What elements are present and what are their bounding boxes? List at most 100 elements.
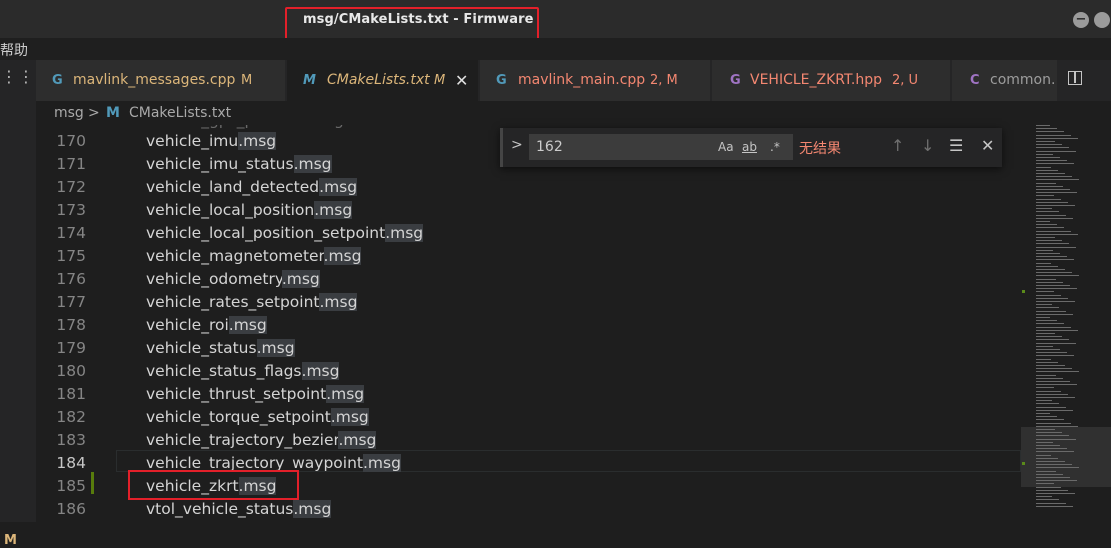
chevron-right-icon: > <box>88 105 100 121</box>
hpp-file-icon: G <box>730 73 741 88</box>
code-line[interactable]: vehicle_thrust_setpoint.msg <box>146 385 365 403</box>
close-icon[interactable]: ✕ <box>981 136 994 155</box>
tab-mavlink-main[interactable]: G mavlink_main.cpp 2, M <box>480 60 711 101</box>
toggle-replace-icon[interactable]: > <box>511 137 523 153</box>
more-icon[interactable]: ⋮⋮ <box>0 60 36 101</box>
menu-help[interactable]: 帮助 <box>0 40 28 60</box>
menu-bar: 帮助 <box>0 38 1111 60</box>
minimap-line <box>1036 390 1061 392</box>
activity-strip: M <box>0 101 36 548</box>
minimap-line <box>1036 368 1072 370</box>
minimap-line <box>1036 406 1066 408</box>
maximize-icon[interactable] <box>1094 12 1110 28</box>
line-number: 176 <box>56 270 86 288</box>
minimap-line <box>1036 288 1077 290</box>
minimap-line <box>1036 342 1076 344</box>
minimap-line <box>1036 144 1062 146</box>
breadcrumb-folder[interactable]: msg <box>54 105 84 121</box>
code-line[interactable]: vehicle_torque_setpoint.msg <box>146 408 369 426</box>
minimap-line <box>1036 201 1068 203</box>
breadcrumb-file[interactable]: CMakeLists.txt <box>129 105 231 121</box>
minimap-line <box>1036 435 1069 437</box>
code-line[interactable]: vehicle_roi.msg <box>146 316 267 334</box>
code-line[interactable]: vehicle_odometry.msg <box>146 270 320 288</box>
code-line[interactable]: vehicle_status.msg <box>146 339 295 357</box>
tab-vehicle-zkrt[interactable]: G VEHICLE_ZKRT.hpp 2, U <box>712 60 951 101</box>
line-number: 175 <box>56 247 86 265</box>
code-line[interactable]: vehicle_land_detected.msg <box>146 178 358 196</box>
split-editor-icon[interactable] <box>1068 71 1082 85</box>
tab-cmakelists[interactable]: M CMakeLists.txt M ✕ <box>287 60 479 101</box>
code-line[interactable]: vehicle_local_position_setpoint.msg <box>146 224 424 242</box>
code-line-extension: .msg <box>338 431 377 449</box>
code-line[interactable]: vehicle_magnetometer.msg <box>146 247 362 265</box>
code-line-extension: .msg <box>293 500 332 518</box>
minimap-line <box>1036 307 1059 309</box>
minimap-line <box>1036 403 1059 405</box>
minimap-line <box>1036 185 1063 187</box>
minimap-line <box>1036 441 1053 443</box>
minimap-line <box>1036 339 1069 341</box>
find-widget: > 162 Aa ab .* 无结果 ↑ ↓ ☰ ✕ <box>500 128 1002 167</box>
tab-label: VEHICLE_ZKRT.hpp <box>750 72 882 88</box>
minimap-line <box>1036 240 1062 242</box>
minimap-line <box>1036 294 1061 296</box>
regex-icon[interactable]: .* <box>770 140 780 154</box>
code-line[interactable]: vehicle_rates_setpoint.msg <box>146 293 358 311</box>
code-line[interactable]: vehicle_imu.msg <box>146 132 277 150</box>
minimap-line <box>1036 365 1065 366</box>
minimap-line <box>1036 310 1066 312</box>
minimap-line <box>1036 486 1061 488</box>
line-number: 184 <box>56 454 86 472</box>
minimap-line <box>1036 480 1077 482</box>
minimap-line <box>1036 297 1068 299</box>
find-in-selection-icon[interactable]: ☰ <box>949 136 963 155</box>
find-input[interactable]: 162 Aa ab .* <box>529 134 793 160</box>
minimap-line <box>1036 205 1075 206</box>
code-line-base: vehicle_local_position_setpoint <box>146 224 386 242</box>
arrow-down-icon[interactable]: ↓ <box>921 136 934 155</box>
minimap-line <box>1036 317 1050 318</box>
minimap-line <box>1036 233 1078 235</box>
whole-word-icon[interactable]: ab <box>742 140 757 154</box>
line-number: 180 <box>56 362 86 380</box>
code-line-base: vehicle_status <box>146 339 257 357</box>
minimap-line <box>1036 259 1074 261</box>
modified-line-marker <box>91 472 94 494</box>
arrow-up-icon[interactable]: ↑ <box>891 136 904 155</box>
line-number: 183 <box>56 431 86 449</box>
tab-common[interactable]: C common. <box>952 60 1058 101</box>
minimap-line <box>1036 176 1072 178</box>
code-line-base: vtol_vehicle_status <box>146 500 294 518</box>
code-line[interactable]: vehicle_local_position.msg <box>146 201 353 219</box>
match-case-icon[interactable]: Aa <box>718 140 734 154</box>
minimap-line <box>1036 179 1079 181</box>
minimap-line <box>1036 384 1077 386</box>
minimap-line <box>1036 272 1072 274</box>
minimap-line <box>1036 400 1052 402</box>
minimap-line <box>1036 256 1067 258</box>
code-line-base: vehicle_imu <box>146 132 239 150</box>
code-line[interactable]: vtol_vehicle_status.msg <box>146 500 332 518</box>
line-number: 172 <box>56 178 86 196</box>
minimap-line <box>1036 243 1069 245</box>
minimap-line <box>1036 157 1060 158</box>
line-number: 181 <box>56 385 86 403</box>
code-line[interactable]: vehicle_status_flags.msg <box>146 362 340 380</box>
minimap-line <box>1036 349 1060 350</box>
close-icon[interactable]: ✕ <box>455 60 468 101</box>
line-number: 170 <box>56 132 86 150</box>
code-line[interactable]: vehicle_trajectory_bezier.msg <box>146 431 377 449</box>
minimap[interactable] <box>1021 125 1111 522</box>
minimap-line <box>1036 419 1064 421</box>
code-editor[interactable]: vehicle_gps_position.msg 170 vehicle_imu.… <box>36 125 1021 522</box>
code-line-base: vehicle_odometry <box>146 270 282 288</box>
minimize-icon[interactable]: − <box>1073 12 1089 28</box>
code-line[interactable]: vehicle_imu_status.msg <box>146 155 332 173</box>
minimap-line <box>1036 262 1051 264</box>
minimap-line <box>1036 224 1057 226</box>
minimap-line <box>1036 320 1057 322</box>
tab-mavlink-messages[interactable]: G mavlink_messages.cpp M <box>36 60 286 101</box>
minimap-line <box>1036 397 1075 398</box>
minimap-line <box>1036 352 1067 354</box>
